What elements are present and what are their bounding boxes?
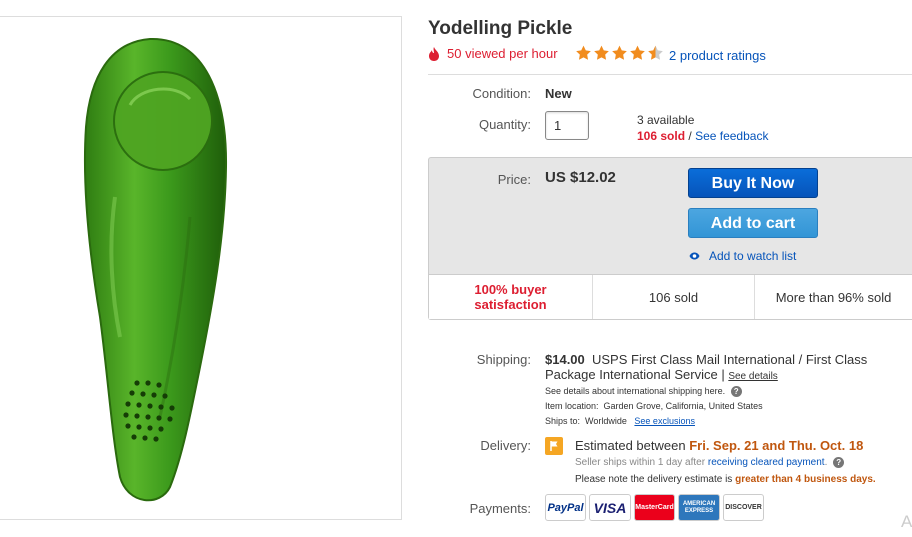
watch-label: Add to watch list [709, 249, 797, 263]
condition-label: Condition: [472, 86, 531, 101]
quantity-label: Quantity: [478, 117, 531, 132]
shipping-service: USPS First Class Mail International / Fi… [545, 352, 868, 382]
buy-it-now-button[interactable]: Buy It Now [688, 168, 818, 198]
note-prefix: Please note the delivery estimate is [575, 474, 733, 485]
item-location: Item location: Garden Grove, California,… [545, 401, 763, 411]
shipping-cost: $14.00 [545, 352, 585, 367]
see-exclusions-link[interactable]: See exclusions [634, 416, 695, 426]
shipping-info: $14.00 USPS First Class Mail Internation… [545, 352, 885, 384]
add-to-watch-list-link[interactable]: Add to watch list [689, 249, 796, 263]
see-feedback-link[interactable]: See feedback [695, 129, 768, 143]
quantity-input[interactable]: 1 [545, 111, 589, 140]
help-icon[interactable]: ? [833, 457, 845, 468]
receiving-payment-link[interactable]: receiving cleared payment [708, 457, 825, 468]
half-star-icon [648, 45, 663, 60]
delivery-estimate: Estimated between Fri. Sep. 21 and Thu. … [575, 438, 863, 453]
location-value: Garden Grove, California, United States [603, 401, 763, 411]
available-count: 3 available [637, 113, 695, 127]
star-icon [612, 45, 627, 60]
note-emphasis: greater than 4 business days. [735, 474, 876, 485]
delivery-note: Please note the delivery estimate is gre… [575, 474, 876, 485]
ships-to-label: Ships to: [545, 416, 581, 426]
add-to-cart-button[interactable]: Add to cart [688, 208, 818, 238]
divider [428, 74, 912, 75]
price-value: US $12.02 [545, 169, 616, 186]
views-indicator: 50 viewed per hour [428, 46, 558, 61]
eye-icon [689, 252, 700, 260]
seller-ships-end: . [824, 457, 828, 469]
mastercard-logo: MasterCard [634, 494, 675, 521]
fire-icon [429, 46, 439, 61]
star-rating[interactable] [575, 45, 665, 61]
intl-details-text: See details about international shipping… [545, 386, 726, 396]
seller-ships-text: Seller ships within 1 day after [575, 457, 706, 469]
payments-label: Payments: [469, 501, 531, 516]
views-text: 50 viewed per hour [447, 46, 558, 61]
see-details-link[interactable]: See details [728, 371, 777, 382]
product-title: Yodelling Pickle [428, 18, 573, 39]
product-ratings-link[interactable]: 2 product ratings [669, 48, 766, 63]
visa-logo: VISA [589, 494, 631, 521]
star-icon [576, 45, 591, 60]
delivery-flag-icon [545, 437, 563, 455]
shipping-label: Shipping: [476, 352, 531, 367]
sold-percentage-stat: More than 96% sold [775, 289, 892, 305]
seller-ships-note: Seller ships within 1 day after receivin… [575, 457, 845, 469]
paypal-logo: PayPal [545, 494, 586, 521]
location-label: Item location: [545, 401, 599, 411]
sold-count: 106 sold [637, 129, 686, 143]
estimate-date-range: Fri. Sep. 21 and Thu. Oct. 18 [689, 438, 864, 453]
condition-value: New [545, 86, 572, 101]
sold-feedback-line: 106 sold / See feedback [637, 129, 768, 143]
price-label: Price: [497, 172, 531, 187]
product-page: Yodelling Pickle 50 viewed per hour 2 pr… [0, 0, 912, 537]
satisfaction-line-1: 100% buyer [474, 282, 547, 297]
star-icon [630, 45, 645, 60]
pickle-image [83, 37, 228, 502]
help-icon[interactable]: ? [730, 386, 742, 398]
separator: / [688, 129, 692, 143]
corner-glyph: A [901, 512, 912, 531]
sold-stat: 106 sold [593, 275, 755, 319]
ships-to-value: Worldwide [585, 416, 627, 426]
discover-logo: DISCOVER [723, 494, 764, 521]
buyer-satisfaction: 100% buyer satisfaction [429, 275, 593, 319]
delivery-label: Delivery: [480, 438, 531, 453]
satisfaction-line-2: satisfaction [474, 297, 547, 312]
ships-to: Ships to: Worldwide See exclusions [545, 416, 695, 426]
star-icon [594, 45, 609, 60]
amex-logo: AMERICAN EXPRESS [678, 494, 720, 521]
estimate-prefix: Estimated between [575, 438, 686, 453]
intl-shipping-details: See details about international shipping… [545, 386, 742, 398]
sales-stats: 100% buyer satisfaction 106 sold More th… [429, 274, 912, 319]
product-image-panel[interactable] [0, 16, 402, 520]
